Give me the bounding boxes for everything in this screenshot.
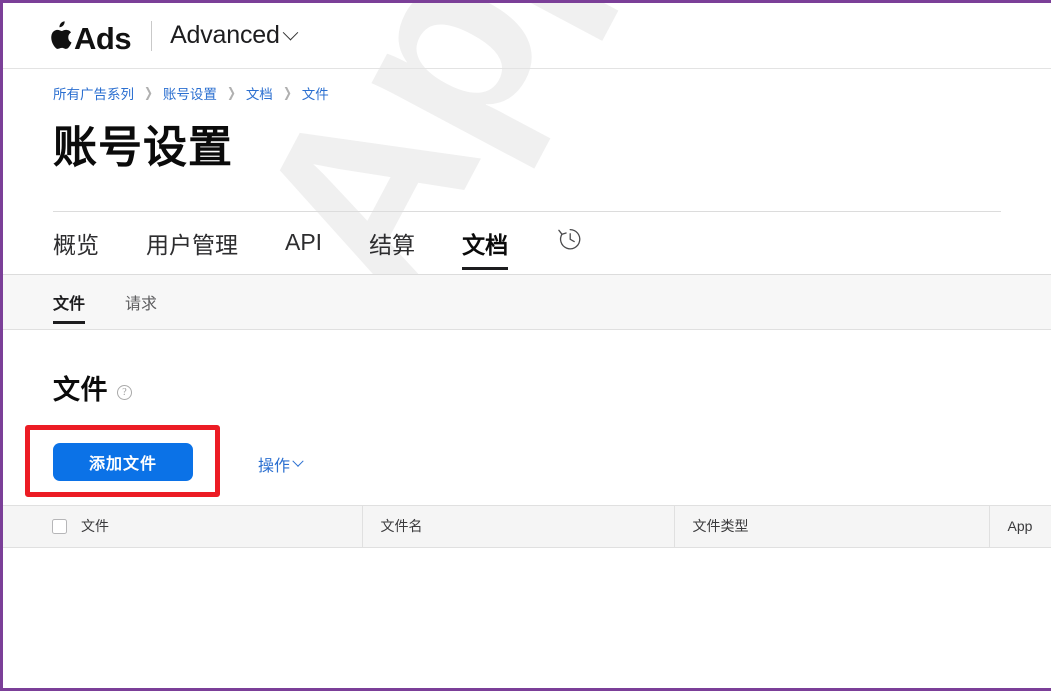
tab-billing-label: 结算 xyxy=(369,231,416,258)
breadcrumb-separator-icon: ❯ xyxy=(282,85,292,100)
section-header: 文件 ? xyxy=(53,368,1051,407)
brand-logo[interactable]: Ads xyxy=(47,18,132,56)
column-header-filetype-label: 文件类型 xyxy=(692,518,749,535)
breadcrumb-item-all-campaigns[interactable]: 所有广告系列 xyxy=(53,83,134,103)
column-header-file[interactable]: 文件 xyxy=(3,504,363,548)
column-header-filename-label: 文件名 xyxy=(380,518,423,535)
sub-tab-bar: 文件 请求 xyxy=(3,274,1051,330)
question-mark-circle-icon[interactable]: ? xyxy=(117,384,132,400)
column-header-app[interactable]: App xyxy=(989,504,1051,548)
action-row: 添加文件 操作 xyxy=(3,424,1051,505)
account-type-selector[interactable]: Advanced xyxy=(170,21,298,50)
main-tab-bar: 概览 用户管理 API 结算 文档 xyxy=(53,212,1051,274)
column-header-filetype[interactable]: 文件类型 xyxy=(674,504,990,548)
table-header-row: 文件 文件名 文件类型 App xyxy=(3,504,1051,548)
column-header-filename[interactable]: 文件名 xyxy=(362,504,675,548)
table-body xyxy=(3,547,1051,638)
operations-dropdown-label: 操作 xyxy=(258,457,291,475)
tab-overview-label: 概览 xyxy=(53,231,99,258)
subtab-files[interactable]: 文件 xyxy=(53,275,86,329)
files-table: 文件 文件名 文件类型 App xyxy=(3,504,1051,638)
tab-documents-label: 文档 xyxy=(462,231,509,258)
add-file-button[interactable]: 添加文件 xyxy=(53,442,193,481)
tab-api-label: API xyxy=(285,229,323,256)
subtab-requests-label: 请求 xyxy=(125,295,158,313)
chevron-down-icon xyxy=(292,455,304,467)
brand-divider xyxy=(151,20,153,51)
breadcrumb-item-account-settings[interactable]: 账号设置 xyxy=(163,83,217,103)
breadcrumb: 所有广告系列 ❯ 账号设置 ❯ 文档 ❯ 文件 xyxy=(3,69,1051,102)
tab-user-management[interactable]: 用户管理 xyxy=(146,212,238,274)
page-title: 账号设置 xyxy=(53,123,233,172)
tab-user-management-label: 用户管理 xyxy=(146,231,238,258)
tab-api[interactable]: API xyxy=(285,212,322,274)
breadcrumb-item-files[interactable]: 文件 xyxy=(302,83,329,103)
select-all-checkbox[interactable] xyxy=(52,518,67,534)
table-empty-body xyxy=(3,547,1051,638)
subtab-files-label: 文件 xyxy=(53,295,86,313)
table-empty-cell xyxy=(3,547,1051,638)
apple-logo-icon xyxy=(47,20,73,52)
breadcrumb-separator-icon: ❯ xyxy=(226,85,236,100)
subtab-requests[interactable]: 请求 xyxy=(125,275,157,329)
tab-billing[interactable]: 结算 xyxy=(369,212,415,274)
breadcrumb-separator-icon: ❯ xyxy=(144,85,153,100)
account-type-label: Advanced xyxy=(170,21,280,49)
column-header-file-label: 文件 xyxy=(81,518,109,535)
breadcrumb-item-documents[interactable]: 文档 xyxy=(246,83,273,103)
chevron-down-icon xyxy=(282,24,298,41)
brand-name: Ads xyxy=(74,20,132,56)
tab-history[interactable] xyxy=(555,212,585,274)
history-clock-icon xyxy=(555,224,585,260)
operations-dropdown[interactable]: 操作 xyxy=(258,452,304,476)
tab-overview[interactable]: 概览 xyxy=(53,212,99,274)
top-bar: Ads Advanced xyxy=(3,3,1051,69)
section-title: 文件 xyxy=(53,374,108,405)
tab-documents[interactable]: 文档 xyxy=(462,212,509,274)
column-header-app-label: App xyxy=(1007,518,1033,535)
screenshot-frame: AppsA Ads Advanced 所有广告系列 ❯ xyxy=(0,0,1051,691)
